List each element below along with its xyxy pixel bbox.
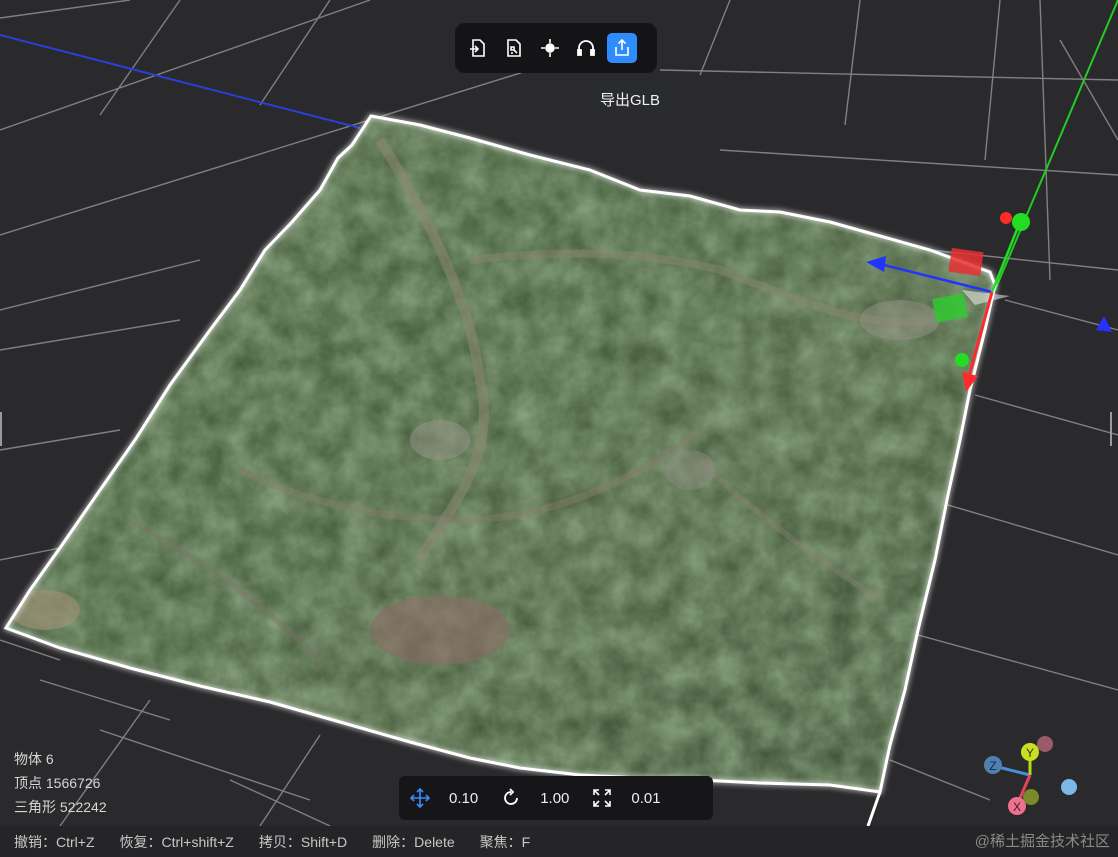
puzzle-file-icon xyxy=(507,39,521,57)
shortcut-delete: 删除：Delete xyxy=(372,833,455,850)
y-axis-line xyxy=(994,0,1118,291)
shortcut-bar: 撤销：Ctrl+Z 恢复：Ctrl+shift+Z 拷贝：Shift+D 删除：… xyxy=(0,826,1118,857)
export-glb-button[interactable] xyxy=(607,33,637,63)
scale-snap[interactable]: 0.01 xyxy=(591,787,661,809)
export-tooltip: 导出GLB xyxy=(586,80,674,118)
svg-text:Y: Y xyxy=(1026,746,1034,760)
rotate-icon xyxy=(500,787,522,809)
move-icon xyxy=(409,787,431,809)
view-axis-helper[interactable]: Z Y X xyxy=(984,736,1077,815)
plane-handle-red xyxy=(948,247,984,277)
crosshair-icon xyxy=(541,39,559,57)
watermark: @稀土掘金技术社区 xyxy=(974,833,1110,850)
support-button[interactable] xyxy=(571,33,601,63)
z-axis-line xyxy=(0,34,361,129)
shortcut-undo: 撤销：Ctrl+Z xyxy=(14,833,95,850)
shortcut-focus: 聚焦：F xyxy=(479,833,531,850)
triangle-count: 三角形 522242 xyxy=(14,799,107,815)
top-toolbar xyxy=(455,23,657,73)
scene-stats: 物体 6 顶点 1566726 三角形 522242 xyxy=(14,747,107,819)
3d-viewport[interactable]: Z Y X xyxy=(0,0,1118,857)
svg-text:X: X xyxy=(1013,800,1021,814)
transform-snap-bar: 0.10 1.00 0.01 xyxy=(399,776,713,820)
scale-snap-value: 0.01 xyxy=(631,789,661,807)
translate-snap[interactable]: 0.10 xyxy=(409,787,478,809)
focus-button[interactable] xyxy=(535,33,565,63)
translate-snap-value: 0.10 xyxy=(449,789,479,807)
load-model-button[interactable] xyxy=(499,33,529,63)
import-button[interactable] xyxy=(463,33,493,63)
shortcut-copy: 拷贝：Shift+D xyxy=(258,833,348,850)
shortcut-redo: 恢复：Ctrl+shift+Z xyxy=(119,833,234,850)
rotate-snap[interactable]: 1.00 xyxy=(500,787,569,809)
tooltip-text: 导出GLB xyxy=(599,91,660,109)
svg-text:Z: Z xyxy=(989,759,996,773)
import-file-icon xyxy=(470,39,485,57)
terrain-mesh[interactable] xyxy=(0,100,1010,827)
headset-icon xyxy=(577,40,595,56)
scale-icon xyxy=(591,787,613,809)
vertex-count: 顶点 1566726 xyxy=(14,775,101,791)
object-count: 物体 6 xyxy=(14,751,54,767)
export-icon xyxy=(615,38,629,56)
rotate-snap-value: 1.00 xyxy=(540,789,570,807)
y-axis-arrow xyxy=(1012,213,1030,231)
